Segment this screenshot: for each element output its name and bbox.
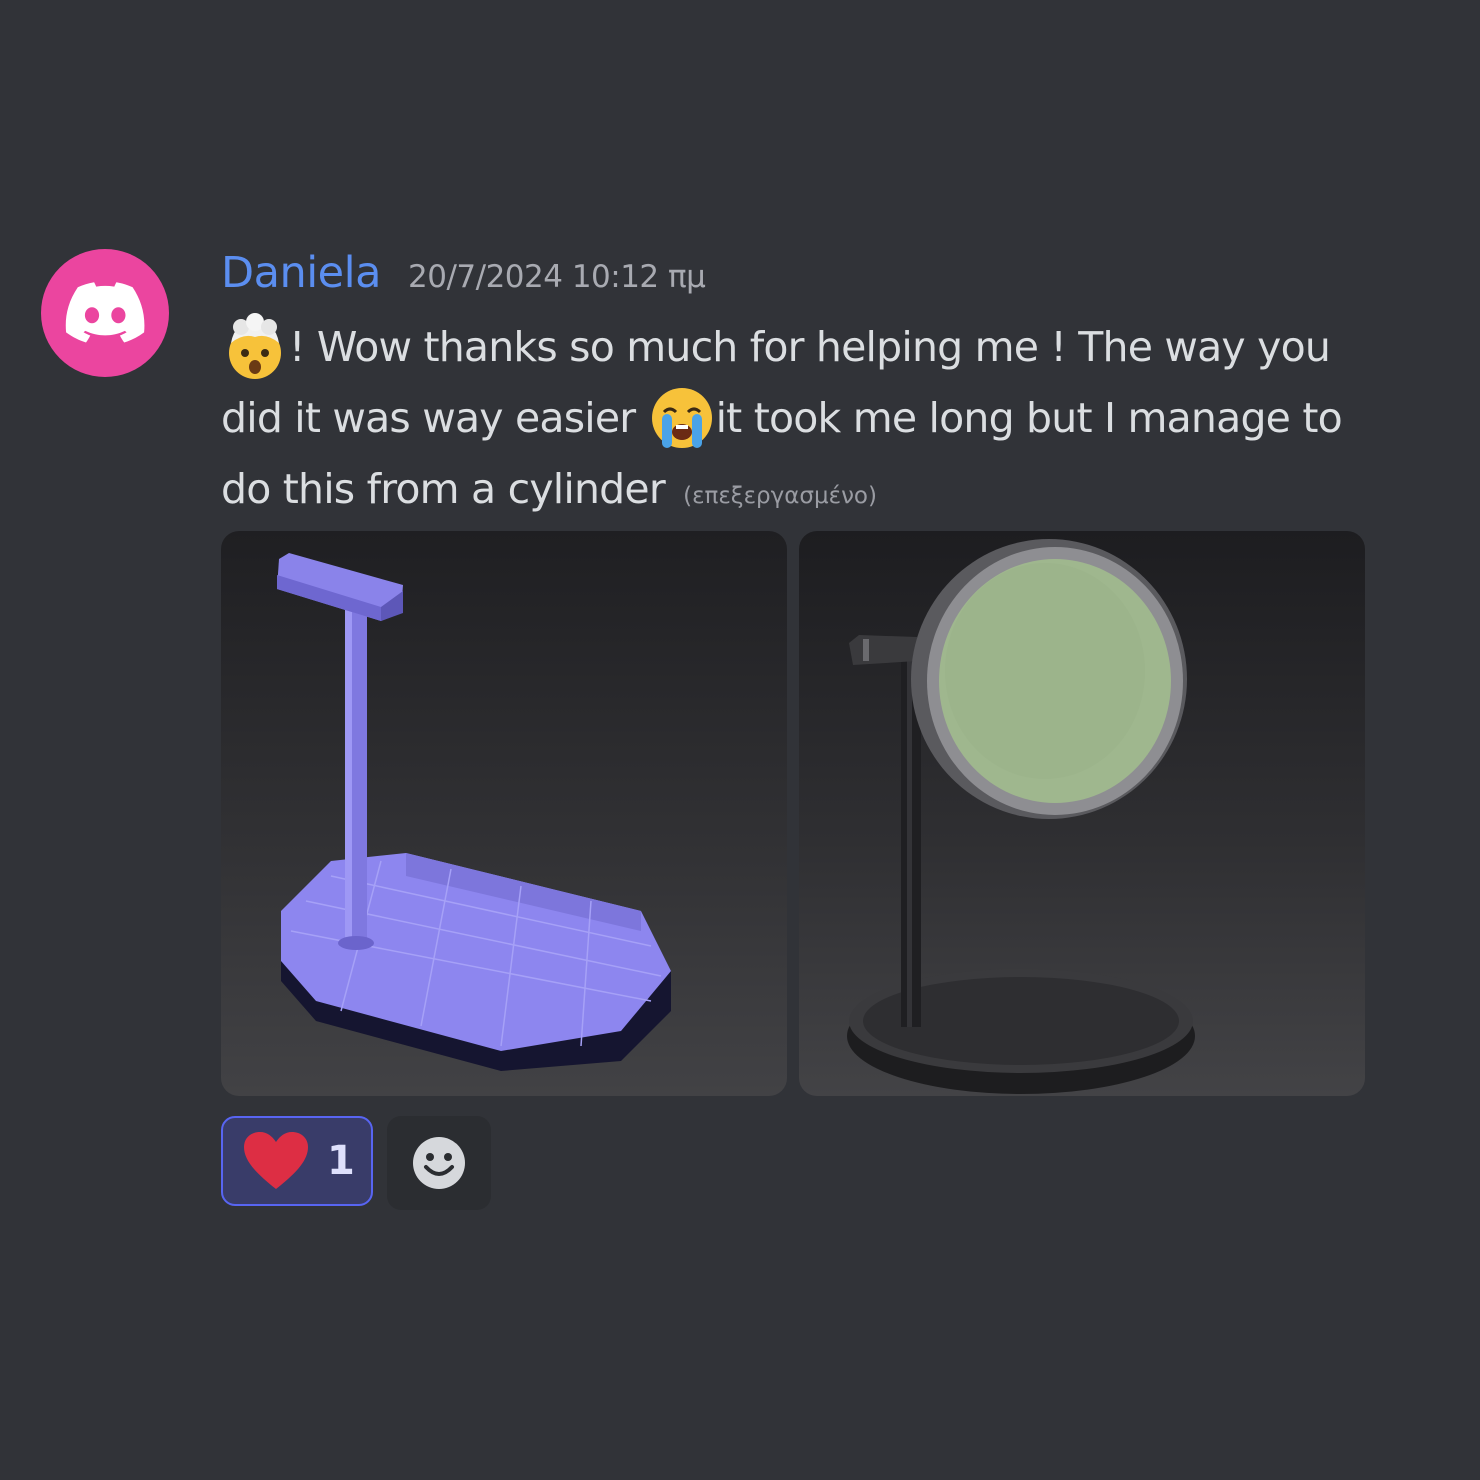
message-content: ! Wow thanks so much for helping me ! Th…	[221, 312, 1391, 532]
mirror-stand-render-image[interactable]	[799, 531, 1365, 1096]
reactions-bar: 1	[221, 1116, 491, 1210]
smiley-face-icon	[413, 1137, 465, 1189]
edited-label: (επεξεργασμένο)	[683, 483, 877, 509]
loudly-crying-face-emoji-icon[interactable]	[648, 384, 716, 452]
discord-message-view: Daniela 20/7/2024 10:12 πμ ! Wow thanks …	[0, 0, 1480, 1480]
discord-logo-icon	[65, 282, 145, 343]
reaction-count: 1	[327, 1138, 355, 1184]
username[interactable]: Daniela	[221, 248, 381, 298]
reaction-heart-button[interactable]: 1	[221, 1116, 373, 1206]
message-header: Daniela 20/7/2024 10:12 πμ	[221, 248, 706, 298]
headphone-stand-wireframe-image[interactable]	[221, 531, 787, 1096]
message-timestamp[interactable]: 20/7/2024 10:12 πμ	[408, 259, 706, 295]
red-heart-icon	[244, 1132, 308, 1189]
add-reaction-button[interactable]	[387, 1116, 491, 1210]
user-avatar[interactable]	[41, 249, 169, 377]
exploding-head-emoji-icon[interactable]	[221, 313, 289, 381]
